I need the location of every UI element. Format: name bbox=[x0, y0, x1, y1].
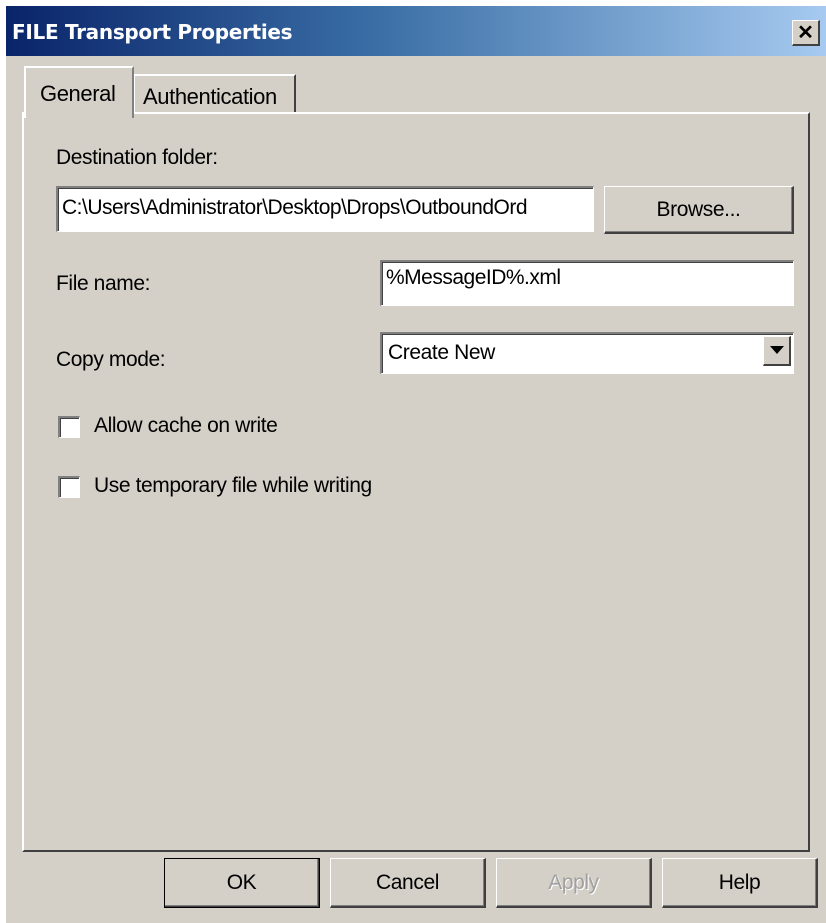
dropdown-button[interactable] bbox=[763, 336, 791, 366]
window-title: FILE Transport Properties bbox=[12, 20, 293, 44]
cancel-button[interactable]: Cancel bbox=[330, 858, 486, 908]
tab-authentication[interactable]: Authentication bbox=[134, 74, 296, 114]
use-temp-file-checkbox[interactable] bbox=[58, 476, 80, 498]
apply-button-label: Apply bbox=[548, 870, 599, 894]
ok-button-label: OK bbox=[226, 870, 257, 894]
help-button[interactable]: Help bbox=[662, 858, 818, 908]
general-tab-panel: Destination folder: C:\Users\Administrat… bbox=[22, 112, 810, 852]
browse-button[interactable]: Browse... bbox=[604, 186, 794, 234]
allow-cache-checkbox[interactable] bbox=[58, 416, 80, 438]
chevron-down-icon bbox=[770, 346, 784, 354]
browse-button-label: Browse... bbox=[656, 197, 741, 221]
title-bar[interactable]: FILE Transport Properties ✕ bbox=[6, 6, 826, 56]
copy-mode-label: Copy mode: bbox=[56, 348, 166, 371]
cancel-button-label: Cancel bbox=[376, 870, 439, 894]
ok-button[interactable]: OK bbox=[164, 858, 320, 908]
tab-general-label: General bbox=[40, 81, 116, 106]
allow-cache-label: Allow cache on write bbox=[94, 414, 278, 437]
use-temp-file-label: Use temporary file while writing bbox=[94, 474, 372, 497]
destination-folder-label: Destination folder: bbox=[56, 146, 218, 169]
apply-button[interactable]: Apply bbox=[496, 858, 652, 908]
destination-folder-value: C:\Users\Administrator\Desktop\Drops\Out… bbox=[62, 196, 528, 219]
file-name-label: File name: bbox=[56, 272, 151, 295]
properties-dialog: FILE Transport Properties ✕ General Auth… bbox=[6, 6, 826, 923]
tab-general[interactable]: General bbox=[24, 66, 134, 118]
tab-authentication-label: Authentication bbox=[143, 84, 277, 109]
file-name-input[interactable]: %MessageID%.xml bbox=[380, 260, 794, 306]
close-button[interactable]: ✕ bbox=[792, 20, 820, 46]
file-name-value: %MessageID%.xml bbox=[386, 266, 561, 289]
destination-folder-input[interactable]: C:\Users\Administrator\Desktop\Drops\Out… bbox=[56, 186, 594, 232]
copy-mode-select[interactable]: Create New bbox=[380, 332, 794, 374]
copy-mode-value: Create New bbox=[388, 341, 495, 364]
help-button-label: Help bbox=[718, 870, 761, 894]
close-icon: ✕ bbox=[797, 21, 814, 44]
